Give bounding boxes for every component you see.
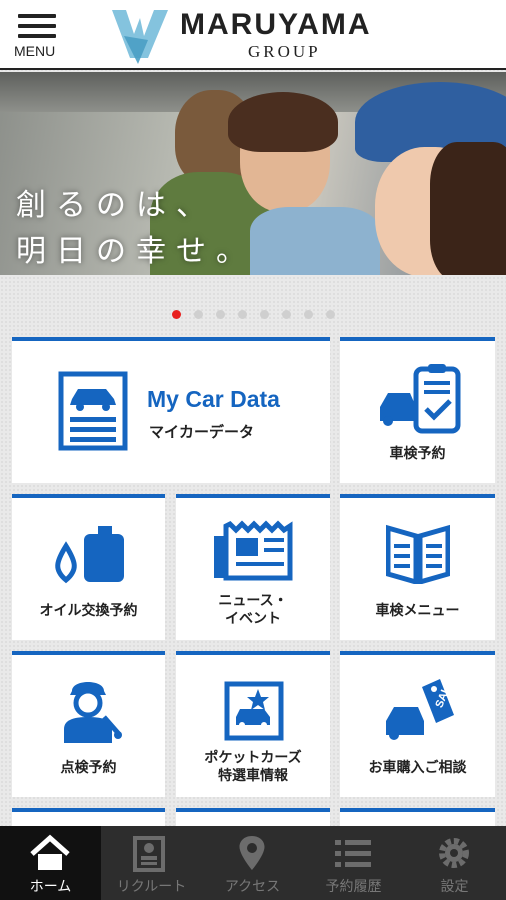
car-sale-tag-icon: SALE	[386, 678, 455, 740]
pocket-cars-label-1: ポケットカーズ	[204, 750, 302, 766]
shaken-menu-tile[interactable]: 車検メニュー	[340, 494, 495, 640]
carousel-dot[interactable]	[304, 310, 313, 319]
inspection-reserve-tile[interactable]: 点検予約	[12, 651, 165, 797]
nav-access[interactable]: アクセス	[202, 826, 303, 900]
pocket-cars-tile[interactable]: ポケットカーズ 特選車情報	[176, 651, 330, 797]
nav-history[interactable]: 予約履歴	[303, 826, 404, 900]
nav-home[interactable]: ホーム	[0, 826, 101, 900]
purchase-consult-tile[interactable]: SALE お車購入ご相談	[340, 651, 495, 797]
news-event-label-1: ニュース・	[218, 593, 288, 609]
shaken-menu-label: 車検メニュー	[375, 603, 460, 619]
gear-icon	[439, 838, 469, 868]
carousel-dot[interactable]	[282, 310, 291, 319]
nav-history-label: 予約履歴	[325, 879, 382, 895]
nav-access-label: アクセス	[224, 879, 281, 895]
tile-peek[interactable]	[176, 808, 330, 828]
inspection-reserve-label: 点検予約	[60, 760, 117, 776]
carousel-dot[interactable]	[260, 310, 269, 319]
newspaper-icon	[214, 520, 293, 581]
my-car-data-tile[interactable]: My Car Data マイカーデータ	[12, 337, 330, 483]
oil-reserve-tile[interactable]: オイル交換予約	[12, 494, 165, 640]
bottom-nav: ホーム リクルート アクセス 予約履歴 設定	[0, 826, 506, 900]
my-car-data-subtitle: マイカーデータ	[149, 423, 255, 441]
hero-line-1: 創るのは、	[16, 188, 216, 223]
carousel-dot[interactable]	[238, 310, 247, 319]
nav-home-label: ホーム	[29, 879, 72, 895]
girl-jacket	[250, 207, 380, 275]
tile-peek[interactable]	[12, 808, 165, 828]
nav-settings-label: 設定	[440, 879, 469, 895]
hamburger-icon	[18, 14, 56, 44]
woman-hair	[430, 142, 506, 275]
menu-label: MENU	[14, 43, 56, 59]
inspection-clipboard-icon	[380, 364, 461, 434]
carousel-indicator	[172, 310, 335, 320]
pocket-cars-label-2: 特選車情報	[218, 768, 288, 784]
carousel-dot[interactable]	[216, 310, 225, 319]
carousel-dot[interactable]	[194, 310, 203, 319]
special-car-icon	[224, 681, 284, 741]
list-icon	[335, 840, 371, 867]
car-document-icon	[58, 371, 128, 451]
oil-can-icon	[55, 526, 124, 584]
app-header: MENU MARUYAMA GROUP	[0, 0, 506, 70]
home-icon	[30, 834, 70, 870]
map-pin-icon	[239, 836, 265, 870]
hero-banner[interactable]: 創るのは、 明日の幸せ。	[0, 72, 506, 275]
girl-hair	[228, 92, 338, 152]
shaken-reserve-label: 車検予約	[389, 446, 446, 462]
news-event-tile[interactable]: ニュース・ イベント	[176, 494, 330, 640]
nav-recruit[interactable]: リクルート	[101, 826, 202, 900]
brand-name: MARUYAMA	[180, 8, 372, 41]
brand-logo[interactable]: MARUYAMA GROUP	[104, 6, 404, 66]
recruit-document-icon	[133, 836, 165, 872]
mechanic-icon	[64, 682, 122, 743]
hero-line-2: 明日の幸せ。	[16, 234, 256, 269]
carousel-dot[interactable]	[172, 310, 181, 319]
my-car-data-title: My Car Data	[147, 386, 280, 412]
tile-peek[interactable]	[340, 808, 495, 828]
shaken-reserve-tile[interactable]: 車検予約	[340, 337, 495, 483]
menu-button[interactable]: MENU	[10, 8, 66, 64]
nav-settings[interactable]: 設定	[404, 826, 505, 900]
nav-recruit-label: リクルート	[116, 879, 187, 895]
open-book-icon	[386, 524, 450, 584]
news-event-label-2: イベント	[225, 611, 281, 627]
maruyama-logo-icon	[112, 10, 168, 64]
brand-sub: GROUP	[248, 42, 321, 61]
oil-reserve-label: オイル交換予約	[39, 603, 138, 619]
purchase-consult-label: お車購入ご相談	[368, 760, 467, 776]
carousel-dot[interactable]	[326, 310, 335, 319]
